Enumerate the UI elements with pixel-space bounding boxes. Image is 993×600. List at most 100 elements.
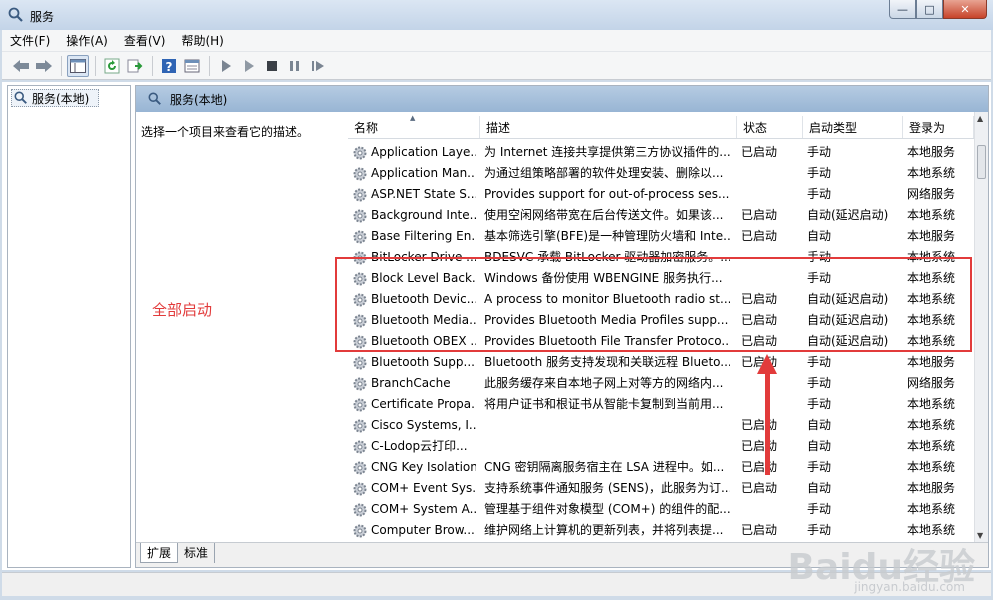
close-button[interactable]: ✕	[943, 0, 987, 19]
stop-service-button[interactable]	[261, 55, 283, 77]
svg-text:?: ?	[166, 60, 173, 74]
table-row[interactable]: Base Filtering En... 基本筛选引擎(BFE)是一种管理防火墙和…	[348, 226, 974, 247]
column-header-startup-type[interactable]: 启动类型	[803, 116, 903, 138]
menu-help[interactable]: 帮助(H)	[181, 32, 223, 49]
service-name: CNG Key Isolation	[371, 460, 476, 474]
service-status	[741, 394, 799, 415]
column-header-logon-as[interactable]: 登录为	[903, 116, 974, 138]
properties-button[interactable]	[181, 55, 203, 77]
service-status	[741, 373, 799, 394]
service-startup-type: 自动(延迟启动)	[807, 208, 889, 222]
back-button[interactable]	[10, 55, 32, 77]
table-row[interactable]: Background Inte... 使用空闲网络带宽在后台传送文件。如果该...…	[348, 205, 974, 226]
service-startup-type: 自动	[807, 418, 832, 432]
service-description: 基本筛选引擎(BFE)是一种管理防火墙和 Inte...	[484, 229, 730, 243]
service-logon-as: 本地系统	[907, 502, 956, 516]
service-logon-as: 本地服务	[907, 481, 956, 495]
forward-button[interactable]	[33, 55, 55, 77]
service-logon-as: 本地系统	[907, 418, 956, 432]
scroll-thumb[interactable]	[977, 145, 986, 179]
services-header-icon	[148, 92, 161, 105]
start-service-button[interactable]	[215, 55, 237, 77]
table-row[interactable]: ASP.NET State S... Provides support for o…	[348, 184, 974, 205]
menu-view[interactable]: 查看(V)	[124, 32, 166, 49]
service-name-cell: Base Filtering En...	[352, 226, 476, 247]
service-startup-type: 自动	[807, 481, 832, 495]
maximize-button[interactable]: □	[916, 0, 943, 19]
service-startup-type: 手动	[807, 502, 832, 516]
menu-file[interactable]: 文件(F)	[10, 32, 50, 49]
tree-item-services-local[interactable]: 服务(本地)	[11, 89, 99, 107]
refresh-button[interactable]	[101, 55, 123, 77]
vertical-scrollbar[interactable]: ▲ ▼	[974, 112, 988, 542]
table-row[interactable]: COM+ Event Sys... 支持系统事件通知服务 (SENS)，此服务为订…	[348, 478, 974, 499]
service-startup-type: 手动	[807, 376, 832, 390]
service-name: ASP.NET State S...	[371, 187, 476, 201]
pause-icon	[290, 60, 299, 71]
help-button[interactable]: ?	[158, 55, 180, 77]
service-name-cell: Background Inte...	[352, 205, 476, 226]
service-name: Cisco Systems, I...	[371, 418, 476, 432]
restart-service-button[interactable]	[307, 55, 329, 77]
scroll-down-icon[interactable]: ▼	[977, 531, 983, 540]
service-status	[741, 184, 799, 205]
table-row[interactable]: COM+ System A... 管理基于组件对象模型 (COM+) 的组件的配.…	[348, 499, 974, 520]
console-tree: 服务(本地)	[7, 85, 131, 568]
table-row[interactable]: Cisco Systems, I... 已启动 自动 本地系统	[348, 415, 974, 436]
highlight-box	[335, 257, 972, 352]
services-app-icon	[8, 7, 23, 22]
service-name-cell: C-Lodop云打印...	[352, 436, 476, 457]
toolbar-separator	[152, 55, 153, 76]
export-list-button[interactable]	[124, 55, 146, 77]
service-name: C-Lodop云打印...	[371, 439, 468, 453]
table-row[interactable]: Certificate Propa... 将用户证书和根证书从智能卡复制到当前用.…	[348, 394, 974, 415]
tab-extended[interactable]: 扩展	[140, 543, 179, 563]
pane-title: 服务(本地)	[170, 92, 228, 107]
service-gear-icon	[353, 209, 367, 222]
column-header-description[interactable]: 描述	[480, 116, 737, 138]
service-name-cell: COM+ System A...	[352, 499, 476, 520]
service-name-cell: Cisco Systems, I...	[352, 415, 476, 436]
forward-arrow-icon	[36, 59, 52, 72]
restart-icon	[312, 60, 324, 71]
console-tree-icon	[70, 58, 86, 73]
service-gear-icon	[353, 356, 367, 369]
show-console-tree-button[interactable]	[67, 54, 89, 77]
service-name-cell: BranchCache	[352, 373, 476, 394]
close-icon: ✕	[960, 2, 970, 16]
toolbar: ?	[2, 52, 991, 80]
service-description: 使用空闲网络带宽在后台传送文件。如果该...	[484, 208, 724, 222]
minimize-button[interactable]: —	[889, 0, 916, 19]
table-row[interactable]: CNG Key Isolation CNG 密钥隔离服务宿主在 LSA 进程中。如…	[348, 457, 974, 478]
service-startup-type: 手动	[807, 145, 832, 159]
service-name: Bluetooth Supp...	[371, 355, 475, 369]
service-gear-icon	[353, 146, 367, 159]
column-header-name[interactable]: 名称	[348, 116, 480, 138]
table-row[interactable]: Application Man... 为通过组策略部署的软件处理安装、删除以...…	[348, 163, 974, 184]
menu-action[interactable]: 操作(A)	[66, 32, 108, 49]
start-service-alt-button[interactable]	[238, 55, 260, 77]
table-row[interactable]: Bluetooth Supp... Bluetooth 服务支持发现和关联远程 B…	[348, 352, 974, 373]
service-description	[484, 415, 730, 436]
help-icon: ?	[162, 58, 176, 74]
table-row[interactable]: BranchCache 此服务缓存来自本地子网上对等方的网络内... 手动 网络服务	[348, 373, 974, 394]
menu-bar: 文件(F) 操作(A) 查看(V) 帮助(H)	[2, 30, 991, 52]
table-row[interactable]: C-Lodop云打印... 已启动 自动 本地系统	[348, 436, 974, 457]
services-pane: 服务(本地) 选择一个项目来查看它的描述。 全部启动 ▲ 名称 描述 状态 启动…	[135, 85, 989, 568]
table-row[interactable]: Application Laye... 为 Internet 连接共享提供第三方协…	[348, 142, 974, 163]
service-name: BranchCache	[371, 376, 451, 390]
pause-service-button[interactable]	[284, 55, 306, 77]
tab-standard[interactable]: 标准	[178, 543, 216, 563]
service-name: Computer Brow...	[371, 523, 475, 537]
service-status: 已启动	[741, 145, 778, 159]
column-header-status[interactable]: 状态	[737, 116, 803, 138]
service-logon-as: 本地服务	[907, 145, 956, 159]
scroll-up-icon[interactable]: ▲	[977, 114, 983, 123]
title-bar: 服务 — □ ✕	[0, 0, 993, 30]
service-name-cell: Application Laye...	[352, 142, 476, 163]
play-outline-icon	[245, 59, 254, 72]
service-name-cell: ASP.NET State S...	[352, 184, 476, 205]
service-logon-as: 本地系统	[907, 208, 956, 222]
service-description: 支持系统事件通知服务 (SENS)，此服务为订...	[484, 481, 730, 495]
maximize-icon: □	[924, 2, 935, 16]
